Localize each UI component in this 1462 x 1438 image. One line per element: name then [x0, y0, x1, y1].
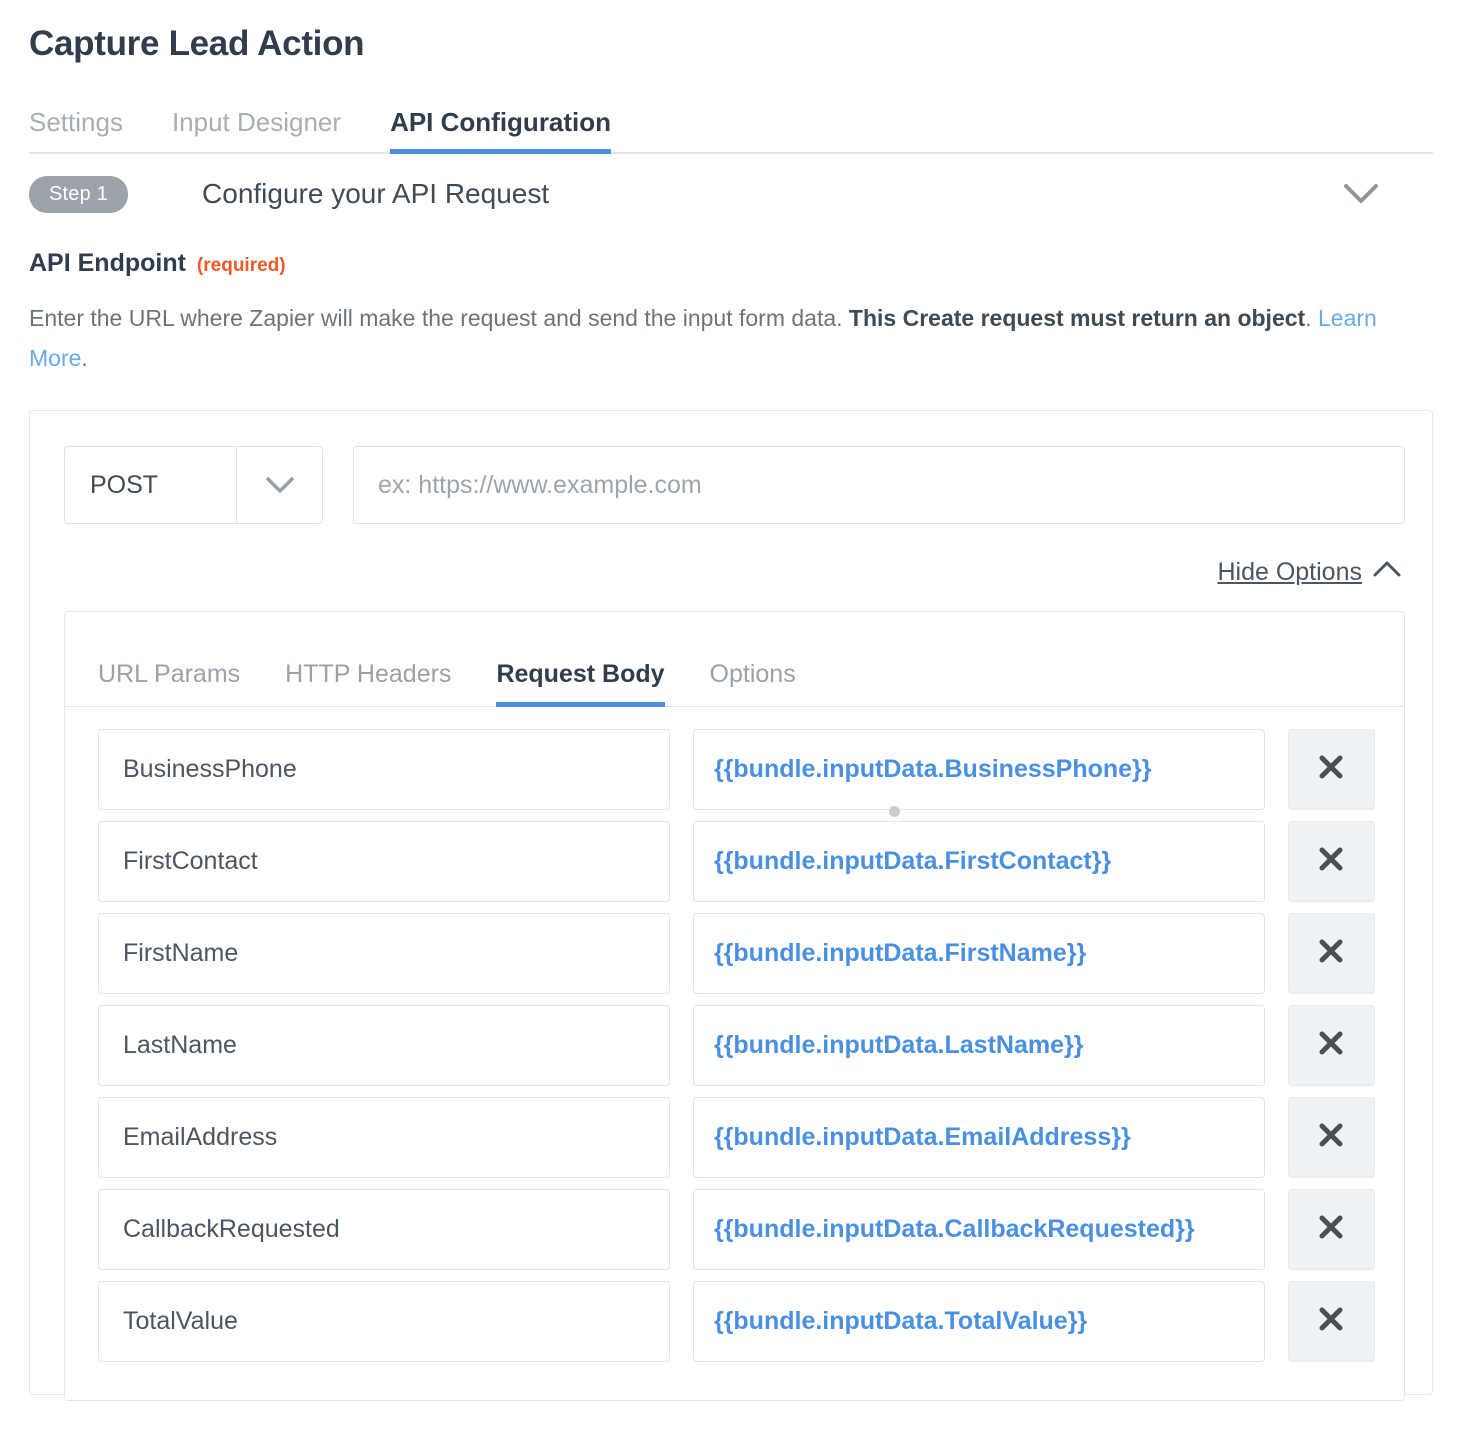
request-body-value-input[interactable]	[693, 1097, 1265, 1178]
close-icon	[1317, 753, 1345, 786]
tab-http-headers[interactable]: HTTP Headers	[285, 659, 451, 706]
close-icon	[1317, 1305, 1345, 1338]
close-icon	[1317, 937, 1345, 970]
tab-input-designer[interactable]: Input Designer	[172, 106, 341, 152]
request-body-value-input[interactable]	[693, 913, 1265, 994]
description-text-3: .	[81, 345, 87, 371]
close-icon	[1317, 845, 1345, 878]
description-text-2: .	[1305, 305, 1318, 331]
hide-options-toggle[interactable]: Hide Options	[1217, 557, 1402, 587]
row-drag-handle[interactable]	[889, 806, 900, 817]
api-endpoint-label: API Endpoint	[29, 248, 186, 278]
request-body-key-input[interactable]	[98, 1097, 670, 1178]
step-title: Configure your API Request	[202, 177, 549, 211]
api-request-card: POST Hide Options	[29, 410, 1433, 1395]
description-bold: This Create request must return an objec…	[849, 305, 1305, 331]
remove-row-button[interactable]	[1288, 729, 1375, 810]
main-tab-bar: Settings Input Designer API Configuratio…	[29, 96, 1433, 154]
request-body-key-input[interactable]	[98, 913, 670, 994]
step-header: Step 1 Configure your API Request	[29, 154, 1433, 234]
hide-options-label: Hide Options	[1217, 557, 1362, 587]
request-body-value-input[interactable]	[693, 1281, 1265, 1362]
request-body-value-input[interactable]	[693, 729, 1265, 810]
request-body-value-input[interactable]	[693, 1005, 1265, 1086]
api-endpoint-label-row: API Endpoint (required)	[29, 248, 1433, 278]
api-configuration-page: Capture Lead Action Settings Input Desig…	[0, 0, 1462, 1438]
table-row	[98, 1097, 1375, 1178]
tab-request-body[interactable]: Request Body	[496, 659, 664, 706]
url-row: POST	[64, 446, 1405, 524]
table-row	[98, 729, 1375, 810]
remove-row-button[interactable]	[1288, 821, 1375, 902]
description-text-1: Enter the URL where Zapier will make the…	[29, 305, 849, 331]
api-endpoint-description: Enter the URL where Zapier will make the…	[29, 298, 1433, 378]
tab-url-params[interactable]: URL Params	[98, 659, 240, 706]
request-options-tab-bar: URL Params HTTP Headers Request Body Opt…	[65, 612, 1404, 707]
remove-row-button[interactable]	[1288, 913, 1375, 994]
chevron-down-icon[interactable]	[1344, 183, 1378, 205]
api-endpoint-url-input[interactable]	[353, 446, 1405, 524]
remove-row-button[interactable]	[1288, 1281, 1375, 1362]
chevron-up-icon	[1372, 560, 1402, 584]
request-body-value-input[interactable]	[693, 821, 1265, 902]
request-body-key-input[interactable]	[98, 1005, 670, 1086]
request-options-panel: URL Params HTTP Headers Request Body Opt…	[64, 611, 1405, 1401]
hide-options-row: Hide Options	[64, 557, 1405, 587]
http-method-value: POST	[65, 447, 236, 523]
remove-row-button[interactable]	[1288, 1005, 1375, 1086]
table-row	[98, 1281, 1375, 1362]
tab-options[interactable]: Options	[710, 659, 796, 706]
page-title: Capture Lead Action	[29, 0, 1433, 66]
request-body-key-input[interactable]	[98, 821, 670, 902]
http-method-select[interactable]: POST	[64, 446, 323, 524]
required-marker: (required)	[197, 254, 286, 278]
request-body-value-input[interactable]	[693, 1189, 1265, 1270]
remove-row-button[interactable]	[1288, 1189, 1375, 1270]
tab-settings[interactable]: Settings	[29, 106, 123, 152]
step-badge: Step 1	[29, 176, 128, 213]
close-icon	[1317, 1029, 1345, 1062]
request-body-key-input[interactable]	[98, 729, 670, 810]
table-row	[98, 913, 1375, 994]
table-row	[98, 1005, 1375, 1086]
close-icon	[1317, 1213, 1345, 1246]
close-icon	[1317, 1121, 1345, 1154]
table-row	[98, 1189, 1375, 1270]
tab-api-configuration[interactable]: API Configuration	[390, 106, 611, 152]
request-body-key-input[interactable]	[98, 1281, 670, 1362]
request-body-key-value-list	[65, 707, 1404, 1362]
request-body-key-input[interactable]	[98, 1189, 670, 1270]
table-row	[98, 821, 1375, 902]
chevron-down-icon	[236, 447, 322, 523]
remove-row-button[interactable]	[1288, 1097, 1375, 1178]
